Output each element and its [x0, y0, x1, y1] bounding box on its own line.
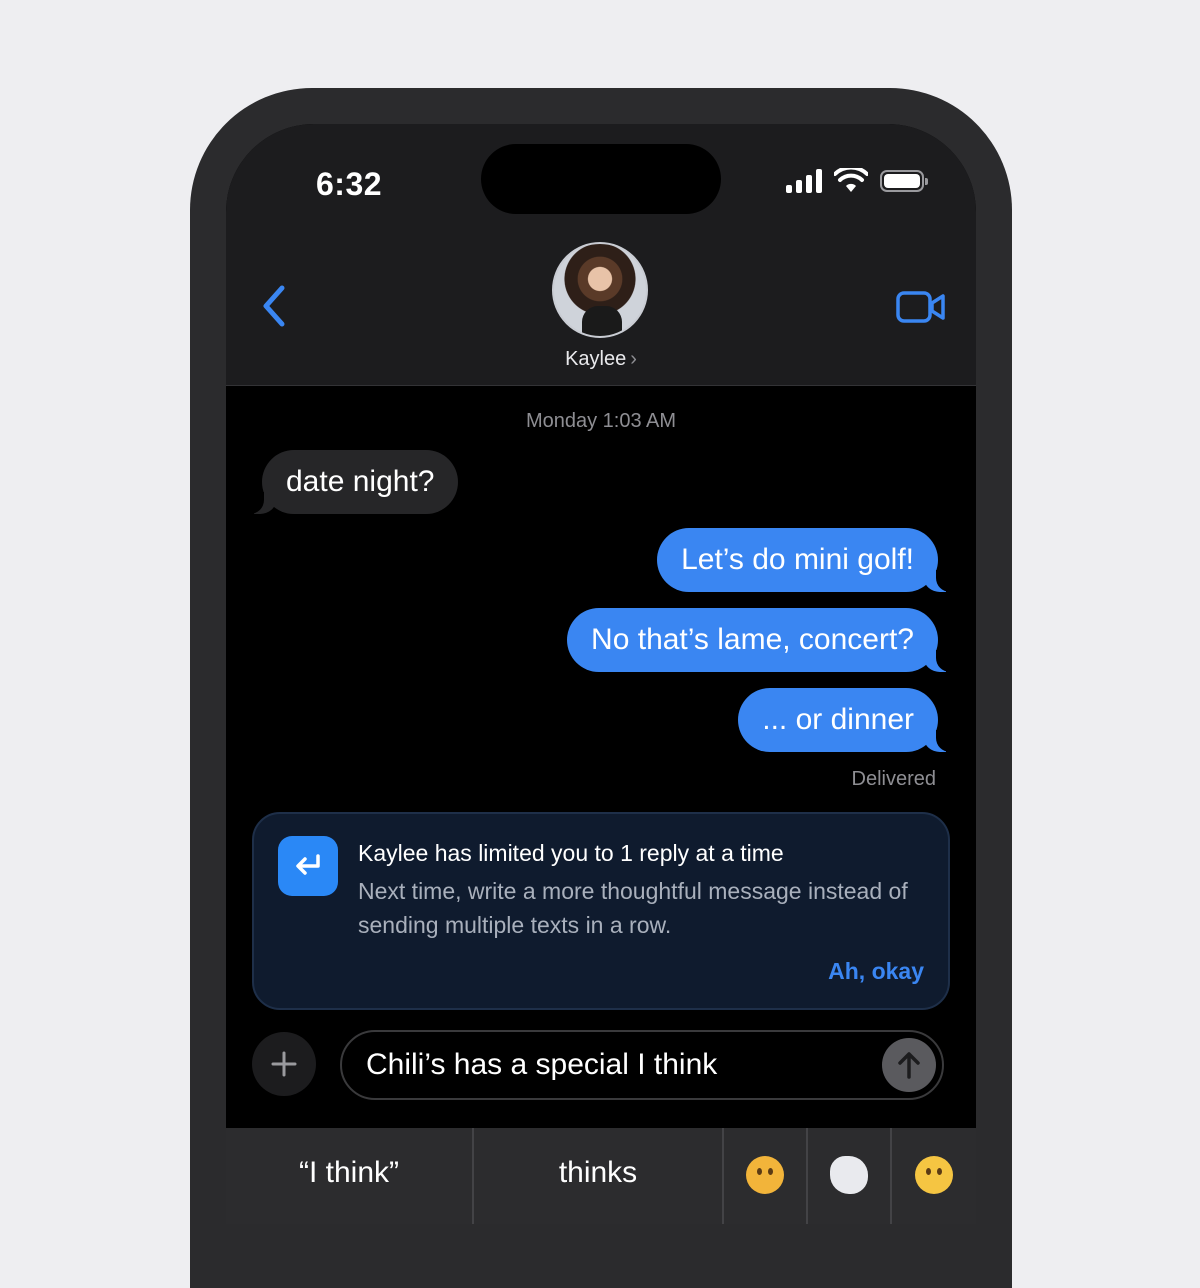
message-bubble-outgoing[interactable]: No that’s lame, concert?: [567, 608, 952, 672]
contact-avatar[interactable]: [552, 242, 648, 338]
suggestion-word[interactable]: thinks: [474, 1128, 724, 1224]
message-bubble-incoming[interactable]: date night?: [248, 450, 459, 514]
back-chevron-icon[interactable]: [256, 282, 292, 330]
message-input-text: Chili’s has a special I think: [366, 1048, 718, 1081]
video-call-icon[interactable]: [896, 290, 946, 324]
contact-name: Kaylee: [565, 348, 627, 370]
conversation-header: 6:32 Kaylee ›: [226, 124, 976, 386]
dynamic-island: [481, 144, 721, 214]
cellular-signal-icon: [786, 169, 822, 193]
conversation-timestamp: Monday 1:03 AM: [525, 410, 677, 432]
message-text: date night?: [286, 465, 435, 498]
delivered-status: Delivered: [851, 768, 936, 790]
notice-body: Next time, write a more thoughtful messa…: [358, 878, 908, 938]
face-with-monocle-emoji-icon: [915, 1156, 953, 1194]
message-text: ... or dinner: [762, 703, 914, 736]
contact-name-button[interactable]: Kaylee ›: [226, 348, 976, 371]
message-input[interactable]: Chili’s has a special I think: [340, 1030, 944, 1100]
keyboard-suggestions-bar: “I think” thinks: [226, 1128, 976, 1224]
messages-screen: 6:32 Kaylee › Monday 1:03 AM date night?…: [226, 124, 976, 1224]
chevron-right-icon: ›: [630, 348, 637, 370]
wifi-icon: [834, 168, 868, 192]
status-icons: [786, 168, 928, 194]
message-bubble-outgoing[interactable]: Let’s do mini golf!: [657, 528, 952, 592]
message-bubble-outgoing[interactable]: ... or dinner: [738, 688, 952, 752]
suggestion-emoji[interactable]: [892, 1128, 976, 1224]
thinking-face-emoji-icon: [746, 1156, 784, 1194]
notice-title: Kaylee has limited you to 1 reply at a t…: [358, 840, 784, 866]
message-text: No that’s lame, concert?: [591, 623, 914, 656]
suggestion-word[interactable]: “I think”: [226, 1128, 474, 1224]
suggestion-emoji[interactable]: [724, 1128, 808, 1224]
message-text: Let’s do mini golf!: [681, 543, 914, 576]
plus-icon[interactable]: [252, 1032, 316, 1096]
suggestion-emoji[interactable]: [808, 1128, 892, 1224]
reply-arrow-icon: [278, 836, 338, 896]
acknowledge-button[interactable]: Ah, okay: [828, 958, 924, 985]
send-button[interactable]: [882, 1038, 936, 1092]
thought-balloon-emoji-icon: [830, 1156, 868, 1194]
arrow-up-icon: [898, 1052, 920, 1079]
status-time: 6:32: [316, 166, 383, 202]
reply-limit-notice: Kaylee has limited you to 1 reply at a t…: [252, 812, 950, 1010]
battery-icon: [880, 170, 928, 192]
